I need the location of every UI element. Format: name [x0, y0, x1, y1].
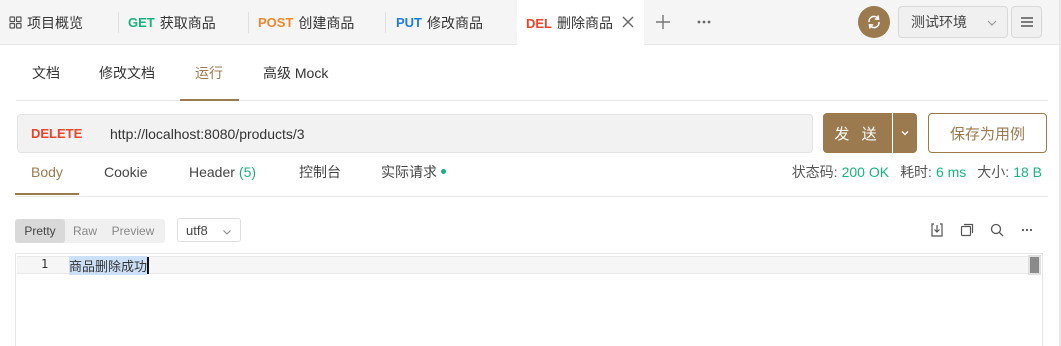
active-response-tab-indicator: [15, 193, 79, 195]
scrollbar-thumb[interactable]: [1028, 255, 1041, 275]
environment-select[interactable]: 测试环境: [898, 6, 1008, 38]
subtab-edit-docs[interactable]: 修改文档: [99, 46, 155, 100]
tab-label: 修改商品: [427, 14, 483, 31]
response-tab-actual-request[interactable]: 实际请求: [381, 153, 446, 191]
tab-update-product[interactable]: PUT 修改商品: [386, 0, 517, 45]
copy-icon[interactable]: [959, 222, 975, 238]
view-mode-raw[interactable]: Raw: [65, 219, 105, 243]
top-tab-bar: 项目概览 GET 获取商品 POST 创建商品 PUT 修改商品 DEL 删除商…: [0, 0, 1061, 46]
chevron-down-icon: [222, 225, 232, 235]
subtab-docs[interactable]: 文档: [32, 46, 60, 100]
time-label: 耗时:: [900, 164, 932, 180]
chevron-down-icon: [900, 128, 910, 138]
status-dot: [441, 168, 446, 174]
response-tab-label: Header: [189, 164, 235, 180]
send-button[interactable]: 发 送: [823, 113, 892, 153]
tab-label: 获取商品: [159, 14, 216, 31]
encoding-select[interactable]: utf8: [177, 218, 241, 242]
more-tabs-icon[interactable]: [694, 12, 714, 32]
response-tab-label: Body: [31, 164, 63, 180]
response-tab-label: 实际请求: [381, 164, 437, 180]
download-icon[interactable]: [929, 222, 945, 238]
tab-label: 项目概览: [27, 14, 83, 31]
sub-nav: 文档 修改文档 运行 高级 Mock: [0, 46, 1061, 102]
tab-label: 删除商品: [557, 15, 613, 31]
url-bar[interactable]: DELETE http://localhost:8080/products/3: [17, 114, 813, 153]
divider: [16, 100, 1048, 101]
url-input[interactable]: http://localhost:8080/products/3: [110, 115, 305, 152]
view-mode-switch: Pretty Raw Preview: [15, 219, 165, 243]
subtab-label: 修改文档: [99, 65, 155, 81]
response-body-editor[interactable]: 1 商品删除成功: [15, 253, 1043, 346]
response-text[interactable]: 商品删除成功: [69, 255, 148, 275]
size-label: 大小:: [977, 164, 1010, 180]
active-subtab-indicator: [180, 99, 239, 101]
tab-label: 创建商品: [298, 14, 355, 31]
method-badge: GET: [128, 15, 155, 30]
encoding-label: utf8: [186, 222, 208, 238]
response-tab-label: 控制台: [299, 164, 341, 180]
view-mode-pretty[interactable]: Pretty: [15, 219, 65, 243]
tab-get-product[interactable]: GET 获取商品: [119, 0, 249, 45]
more-options-icon[interactable]: [1019, 222, 1035, 238]
method-badge: POST: [258, 15, 294, 30]
response-stats: 状态码: 200 OK 耗时: 6 ms 大小: 18 B: [792, 153, 1042, 191]
time-value: 6 ms: [935, 164, 967, 180]
environment-label: 测试环境: [911, 14, 967, 30]
status-code-label: 状态码:: [791, 164, 838, 180]
response-tab-console[interactable]: 控制台: [299, 153, 341, 191]
subtab-label: 文档: [32, 65, 60, 81]
search-icon[interactable]: [989, 222, 1005, 238]
chevron-down-icon: [986, 16, 998, 28]
save-as-case-button[interactable]: 保存为用例: [928, 113, 1047, 153]
status-code-value: 200 OK: [841, 164, 890, 180]
size-value: 18 B: [1013, 164, 1042, 180]
header-count: (5): [238, 164, 257, 180]
response-tab-cookie[interactable]: Cookie: [104, 153, 148, 191]
text-cursor: [147, 256, 150, 274]
menu-icon: [1020, 16, 1034, 28]
response-tab-label: Cookie: [104, 164, 148, 180]
environment-sync-icon[interactable]: [858, 6, 890, 38]
response-tab-header[interactable]: Header (5): [189, 153, 256, 191]
method-badge: PUT: [396, 15, 422, 30]
subtab-advanced-mock[interactable]: 高级 Mock: [263, 46, 328, 100]
subtab-run[interactable]: 运行: [195, 46, 223, 100]
add-tab-icon[interactable]: [653, 12, 673, 32]
view-mode-preview[interactable]: Preview: [105, 219, 161, 243]
grid-icon: [9, 16, 22, 29]
request-method[interactable]: DELETE: [31, 115, 82, 152]
code-line[interactable]: 商品删除成功: [69, 255, 150, 275]
subtab-label: 高级 Mock: [263, 65, 329, 81]
line-number: 1: [41, 257, 49, 271]
active-line-highlight: [17, 256, 1028, 274]
divider: [16, 196, 1048, 197]
close-tab-icon[interactable]: [619, 13, 637, 31]
menu-button[interactable]: [1011, 6, 1042, 38]
response-tab-body[interactable]: Body: [31, 153, 63, 191]
tab-create-product[interactable]: POST 创建商品: [249, 0, 386, 45]
subtab-label: 运行: [195, 65, 223, 81]
method-badge: DEL: [526, 15, 552, 31]
tab-project-overview[interactable]: 项目概览: [0, 0, 119, 45]
send-options-button[interactable]: [893, 113, 917, 153]
